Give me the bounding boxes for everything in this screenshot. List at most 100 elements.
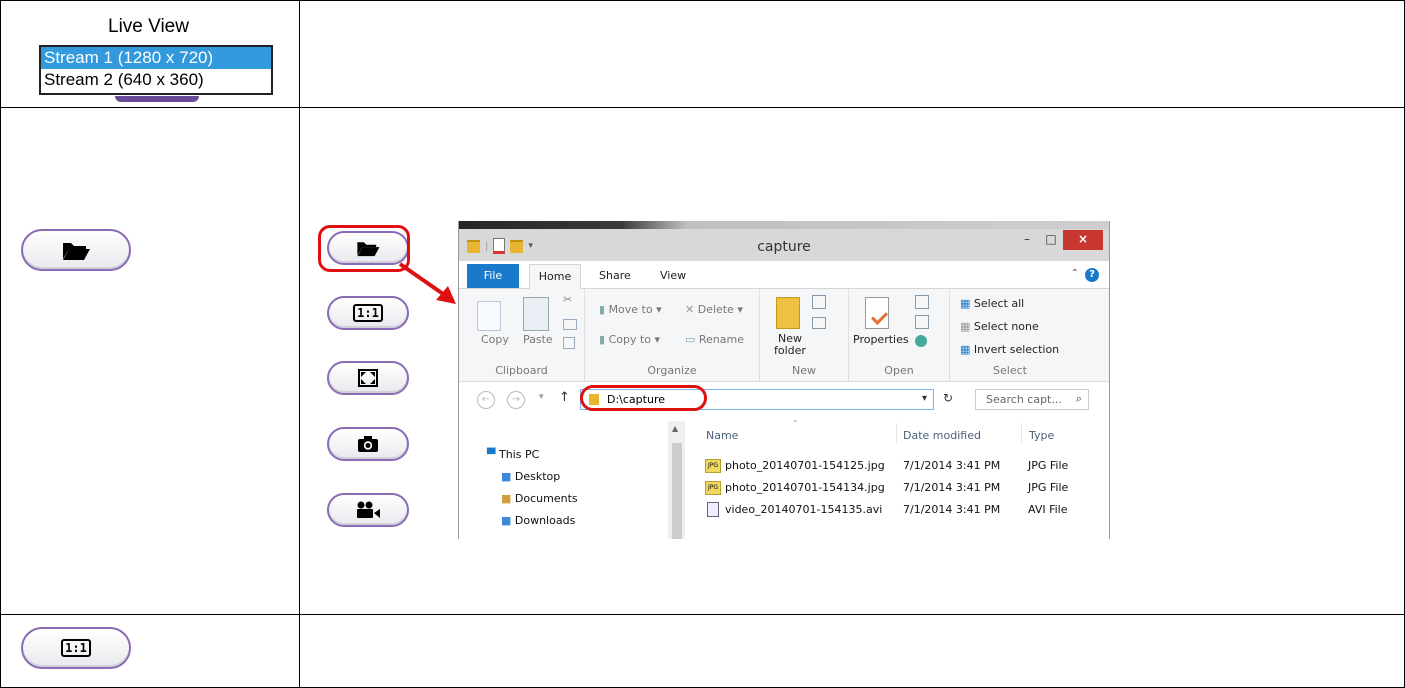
copy-icon[interactable] bbox=[477, 301, 501, 331]
highlight-ring-folder-button bbox=[318, 225, 410, 272]
help-icon[interactable]: ? bbox=[1085, 268, 1099, 282]
search-icon: ⌕ bbox=[1075, 392, 1082, 405]
tab-file[interactable]: File bbox=[467, 264, 519, 288]
ribbon: Copy Paste ✂ Clipboard ▮ Move to ▾ ▮ Cop… bbox=[459, 289, 1109, 382]
folder-open-icon bbox=[63, 243, 90, 261]
column-header-name[interactable]: Name bbox=[706, 429, 738, 442]
select-none-button[interactable]: ▦ Select none bbox=[960, 320, 1039, 333]
file-date: 7/1/2014 3:41 PM bbox=[903, 481, 1001, 494]
nav-this-pc[interactable]: ▀ This PC bbox=[487, 448, 539, 461]
record-button[interactable] bbox=[327, 493, 409, 527]
file-explorer-window: | ▾ capture – □ × File Home Share View ⌃… bbox=[458, 221, 1110, 539]
new-item-icon[interactable] bbox=[812, 295, 826, 309]
fullscreen-icon bbox=[358, 369, 378, 387]
address-row: ← → ▾ ↑ D:\capture ▾ ↻ Search capt... ⌕ bbox=[459, 384, 1109, 414]
file-type: JPG File bbox=[1028, 459, 1069, 472]
fullscreen-button[interactable] bbox=[327, 361, 409, 395]
collapse-ribbon-icon[interactable]: ⌃ bbox=[1071, 268, 1079, 279]
close-icon[interactable]: × bbox=[1063, 230, 1103, 250]
red-arrow-icon bbox=[398, 262, 456, 304]
highlight-ring-address bbox=[580, 385, 707, 411]
camera-icon bbox=[358, 436, 378, 452]
stream-option-1[interactable]: Stream 1 (1280 x 720) bbox=[41, 47, 271, 69]
snapshot-button[interactable] bbox=[327, 427, 409, 461]
properties-button[interactable]: Properties bbox=[853, 333, 909, 346]
nav-scrollbar-thumb[interactable] bbox=[672, 443, 682, 539]
refresh-icon[interactable]: ↻ bbox=[943, 391, 953, 405]
ribbon-group-organize: ▮ Move to ▾ ▮ Copy to ▾ ✕ Delete ▾ ▭ Ren… bbox=[585, 289, 760, 381]
maximize-icon[interactable]: □ bbox=[1039, 230, 1063, 250]
file-row[interactable]: video_20140701-154135.avi 7/1/2014 3:41 … bbox=[705, 500, 1095, 520]
rename-button[interactable]: ▭ Rename bbox=[685, 333, 744, 346]
paste-icon[interactable] bbox=[523, 297, 549, 331]
forward-icon[interactable]: → bbox=[507, 391, 525, 409]
open-folder-button[interactable] bbox=[21, 229, 131, 272]
history-icon[interactable] bbox=[915, 335, 927, 347]
column-header-date[interactable]: Date modified bbox=[903, 429, 981, 442]
column-separator[interactable] bbox=[896, 423, 897, 443]
scroll-up-icon[interactable]: ▲ bbox=[672, 424, 678, 433]
file-row[interactable]: JPG photo_20140701-154125.jpg 7/1/2014 3… bbox=[705, 456, 1095, 476]
tab-view[interactable]: View bbox=[660, 264, 686, 288]
column-header-type[interactable]: Type bbox=[1029, 429, 1054, 442]
group-label-organize: Organize bbox=[647, 364, 697, 377]
downloads-folder-icon: ■ bbox=[501, 514, 515, 527]
paste-shortcut-icon[interactable] bbox=[563, 337, 575, 349]
sort-ascending-icon: ⌃ bbox=[792, 419, 799, 428]
nav-downloads[interactable]: ■ Downloads bbox=[501, 514, 575, 527]
video-camera-icon bbox=[357, 501, 380, 518]
file-date: 7/1/2014 3:41 PM bbox=[903, 459, 1001, 472]
cell-live-view-description bbox=[299, 0, 1405, 109]
column-separator[interactable] bbox=[1021, 423, 1022, 443]
delete-button[interactable]: ✕ Delete ▾ bbox=[685, 303, 743, 316]
copy-to-button[interactable]: ▮ Copy to ▾ bbox=[599, 333, 660, 346]
tab-home[interactable]: Home bbox=[529, 264, 581, 290]
back-icon[interactable]: ← bbox=[477, 391, 495, 409]
copy-button[interactable]: Copy bbox=[481, 333, 509, 346]
file-name: photo_20140701-154125.jpg bbox=[725, 459, 885, 472]
invert-selection-button[interactable]: ▦ Invert selection bbox=[960, 343, 1059, 356]
properties-icon[interactable] bbox=[865, 297, 889, 329]
cut-icon[interactable]: ✂ bbox=[563, 293, 572, 306]
up-icon[interactable]: ↑ bbox=[559, 390, 570, 405]
nav-documents[interactable]: ■ Documents bbox=[501, 492, 578, 505]
open-icon[interactable] bbox=[915, 295, 929, 309]
tab-share[interactable]: Share bbox=[599, 264, 631, 288]
group-label-open: Open bbox=[884, 364, 914, 377]
search-input[interactable]: Search capt... ⌕ bbox=[975, 389, 1089, 410]
file-name: video_20140701-154135.avi bbox=[725, 503, 883, 516]
actual-size-button[interactable]: 1:1 bbox=[21, 626, 131, 669]
avi-file-icon bbox=[707, 502, 719, 517]
actual-size-icon: 1:1 bbox=[61, 638, 91, 657]
copy-path-icon[interactable] bbox=[563, 319, 577, 330]
properties-check-icon bbox=[871, 308, 888, 325]
button-edge-decoration bbox=[115, 96, 199, 102]
actual-size-icon: 1:1 bbox=[353, 304, 383, 322]
new-folder-icon[interactable] bbox=[776, 297, 800, 329]
move-to-button[interactable]: ▮ Move to ▾ bbox=[599, 303, 662, 316]
edit-icon[interactable] bbox=[915, 315, 929, 329]
live-view-title: Live View bbox=[108, 16, 189, 37]
ribbon-group-open: Properties Open bbox=[849, 289, 950, 381]
select-all-button[interactable]: ▦ Select all bbox=[960, 297, 1024, 310]
stream-select-list[interactable]: Stream 1 (1280 x 720) Stream 2 (640 x 36… bbox=[39, 45, 273, 95]
paste-button[interactable]: Paste bbox=[523, 333, 553, 346]
jpg-file-icon: JPG bbox=[705, 459, 721, 473]
cell-actual-size: 1:1 bbox=[0, 613, 300, 688]
address-dropdown-icon[interactable]: ▾ bbox=[922, 393, 927, 404]
cell-actual-size-description bbox=[299, 613, 1405, 688]
stream-option-2[interactable]: Stream 2 (640 x 360) bbox=[41, 69, 271, 91]
actual-size-button-illustration[interactable]: 1:1 bbox=[327, 296, 409, 330]
group-label-new: New bbox=[792, 364, 816, 377]
new-folder-button[interactable]: New folder bbox=[774, 333, 806, 357]
ribbon-group-new: New folder New bbox=[760, 289, 849, 381]
group-label-clipboard: Clipboard bbox=[495, 364, 548, 377]
easy-access-icon[interactable] bbox=[812, 317, 826, 329]
nav-desktop[interactable]: ■ Desktop bbox=[501, 470, 560, 483]
recent-dropdown-icon[interactable]: ▾ bbox=[539, 392, 544, 402]
file-date: 7/1/2014 3:41 PM bbox=[903, 503, 1001, 516]
file-type: AVI File bbox=[1028, 503, 1068, 516]
file-row[interactable]: JPG photo_20140701-154134.jpg 7/1/2014 3… bbox=[705, 478, 1095, 498]
minimize-icon[interactable]: – bbox=[1015, 230, 1039, 250]
search-placeholder: Search capt... bbox=[986, 393, 1062, 406]
